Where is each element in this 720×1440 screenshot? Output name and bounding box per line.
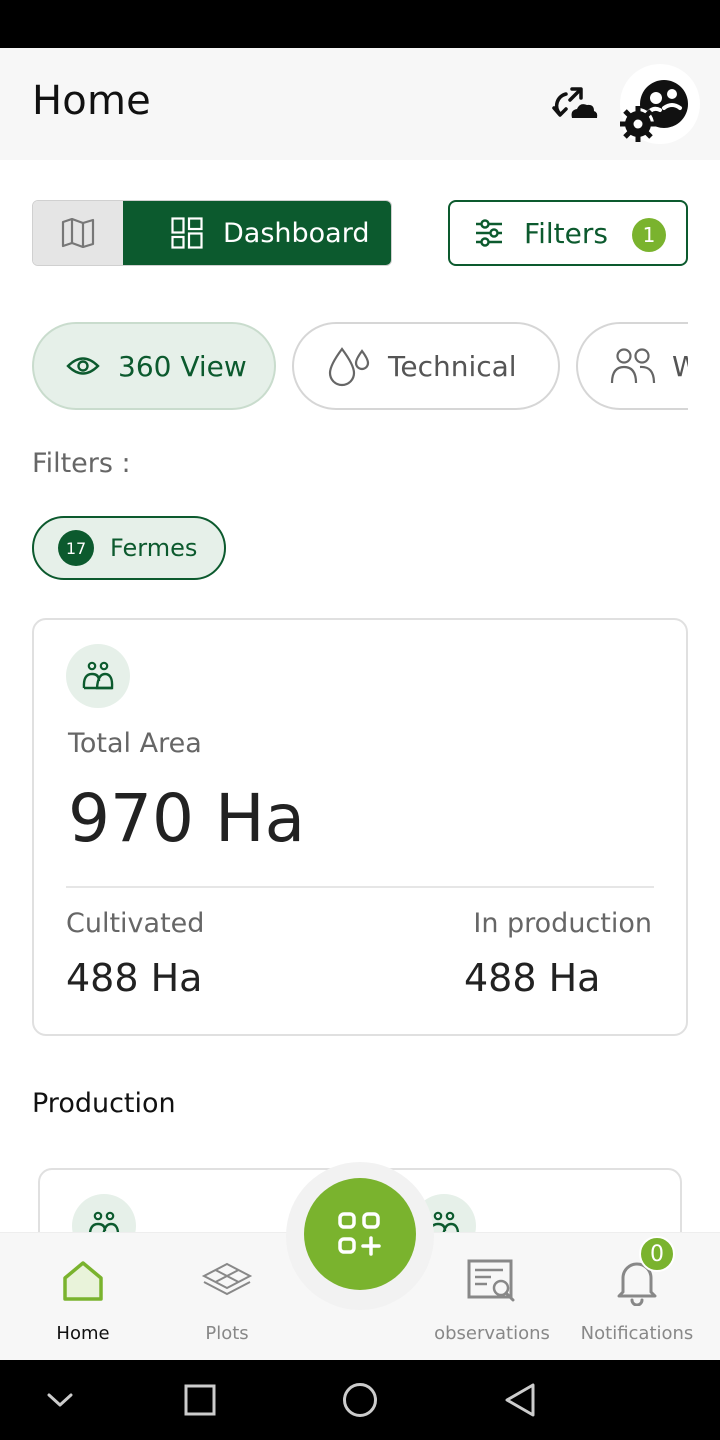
cultivated-value: 488 Ha	[66, 956, 203, 1000]
in-production-label: In production	[473, 908, 652, 939]
cultivated-label: Cultivated	[66, 908, 205, 939]
dashboard-label: Dashboard	[223, 217, 370, 249]
apps-add-icon	[338, 1212, 381, 1256]
nav-plots[interactable]: Plots	[172, 1233, 282, 1361]
chip-label: W	[672, 349, 688, 383]
farm-filter-chip[interactable]: 17 Fermes	[32, 516, 226, 580]
map-icon	[61, 218, 95, 248]
category-chips: 360 View Technical W	[32, 322, 688, 412]
cloud-sync-icon[interactable]	[552, 84, 600, 124]
card-divider	[66, 886, 654, 888]
eye-icon	[66, 357, 100, 375]
system-navigation-bar	[0, 1360, 720, 1440]
back-triangle-icon[interactable]	[496, 1376, 544, 1424]
total-area-value: 970 Ha	[68, 780, 306, 857]
nav-label: observations	[434, 1323, 550, 1344]
home-icon	[63, 1261, 103, 1301]
view-toggle: Dashboard	[32, 200, 392, 266]
farm-filter-label: Fermes	[110, 534, 198, 562]
recent-apps-icon[interactable]	[176, 1376, 224, 1424]
total-area-label: Total Area	[68, 728, 202, 759]
chip-w[interactable]: W	[576, 322, 688, 410]
people-icon	[82, 661, 114, 690]
chip-technical[interactable]: Technical	[292, 322, 560, 410]
in-production-value: 488 Ha	[464, 956, 601, 1000]
nav-label: Plots	[205, 1323, 249, 1344]
filters-button[interactable]: Filters 1	[448, 200, 688, 266]
nav-home[interactable]: Home	[28, 1233, 138, 1361]
nav-observations[interactable]: observations	[428, 1233, 556, 1361]
chevron-down-icon[interactable]	[36, 1376, 84, 1424]
water-drops-icon	[328, 347, 370, 387]
plots-grid-icon	[201, 1262, 253, 1296]
dashboard-icon	[171, 217, 203, 249]
nav-label: Notifications	[580, 1323, 694, 1344]
total-area-card: Total Area 970 Ha Cultivated 488 Ha In p…	[32, 618, 688, 1036]
people-icon	[610, 348, 656, 384]
home-circle-icon[interactable]	[336, 1376, 384, 1424]
production-section-title: Production	[32, 1088, 176, 1119]
filters-label: Filters	[524, 216, 608, 250]
filters-count-badge: 1	[632, 218, 666, 252]
nav-notifications[interactable]: Notifications	[576, 1233, 698, 1361]
active-filters-label: Filters :	[32, 448, 131, 479]
chip-label: Technical	[388, 349, 517, 383]
chip-label: 360 View	[118, 349, 247, 383]
chip-360-view[interactable]: 360 View	[32, 322, 276, 410]
dashboard-view-button[interactable]: Dashboard	[123, 201, 391, 265]
farm-count-badge: 17	[58, 530, 94, 566]
quick-actions-fab[interactable]	[304, 1178, 416, 1290]
status-bar	[0, 0, 720, 48]
map-view-button[interactable]	[33, 201, 123, 265]
sliders-icon	[476, 219, 502, 247]
observation-search-icon	[467, 1259, 515, 1302]
nav-label: Home	[56, 1323, 110, 1344]
page-title: Home	[32, 78, 151, 124]
app-header: Home	[0, 48, 720, 160]
notification-count-badge: 0	[639, 1236, 675, 1272]
card-icon-badge	[66, 644, 130, 708]
avatar[interactable]	[620, 64, 700, 144]
